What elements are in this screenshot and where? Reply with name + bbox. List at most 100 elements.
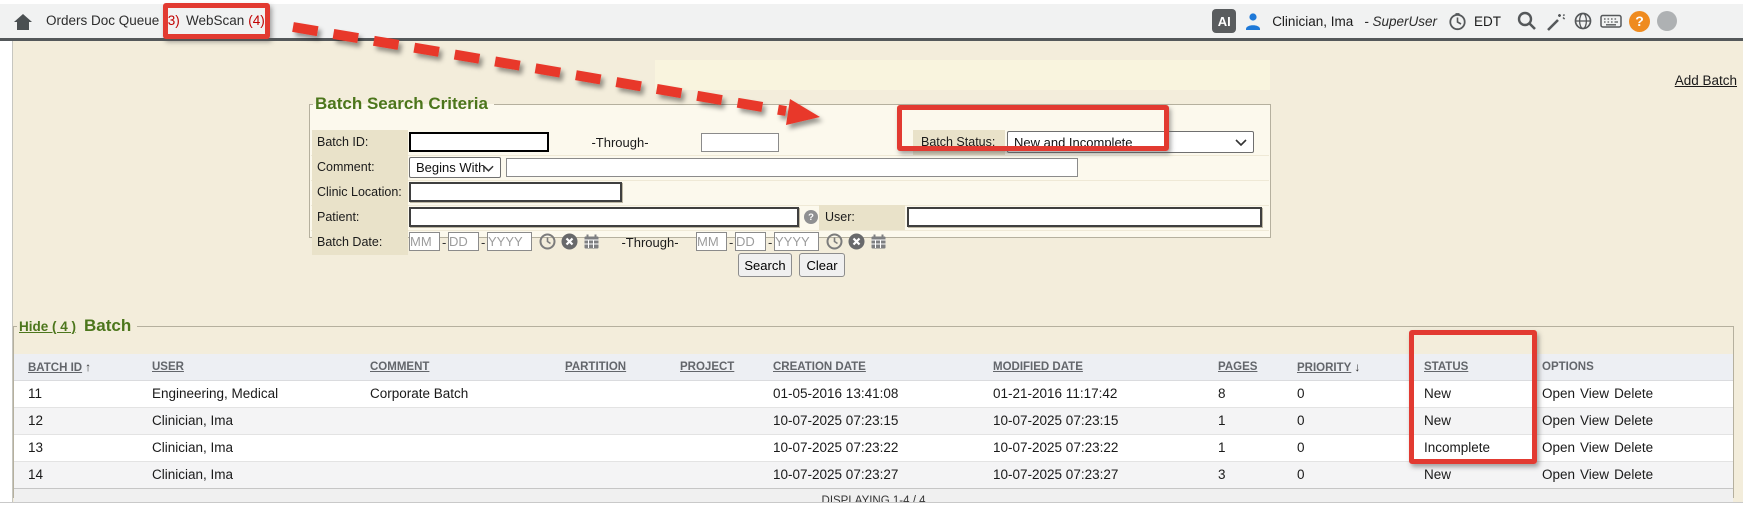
batch-date-to-dd-input[interactable] <box>735 232 766 251</box>
nav-orders[interactable]: Orders <box>46 4 87 38</box>
col-header-batch-id[interactable]: BATCH ID↑ <box>14 354 138 380</box>
cell-project <box>666 461 759 488</box>
nav-doc-queue-count: (3) <box>163 13 180 28</box>
date-separator: - <box>481 230 485 255</box>
batch-results-panel: Hide ( 4 ) Batch BATCH ID↑ USER COMMENT … <box>13 316 1734 498</box>
cell-status: New <box>1410 380 1528 407</box>
view-link[interactable]: View <box>1580 440 1609 455</box>
col-header-partition[interactable]: PARTITION <box>551 354 666 380</box>
open-link[interactable]: Open <box>1542 467 1575 482</box>
home-icon[interactable] <box>13 13 33 31</box>
table-row: 14 Clinician, Ima 10-07-2025 07:23:27 10… <box>14 461 1733 488</box>
cell-comment <box>356 407 551 434</box>
search-icon[interactable] <box>1516 10 1538 32</box>
delete-link[interactable]: Delete <box>1614 440 1653 455</box>
hide-results-link[interactable]: Hide ( 4 ) <box>19 319 76 334</box>
globe-icon[interactable] <box>1573 11 1593 31</box>
col-header-modified-date[interactable]: MODIFIED DATE <box>979 354 1204 380</box>
chevron-down-icon <box>483 165 494 172</box>
clear-date-icon[interactable] <box>848 233 865 250</box>
col-header-options: OPTIONS <box>1528 354 1733 380</box>
through-label-1: -Through- <box>540 130 700 155</box>
time-picker-icon[interactable] <box>826 233 843 250</box>
col-header-user[interactable]: USER <box>138 354 356 380</box>
patient-help-icon[interactable]: ? <box>804 210 818 224</box>
wand-icon[interactable] <box>1545 11 1566 32</box>
cell-modified-date: 10-07-2025 07:23:15 <box>979 407 1204 434</box>
open-link[interactable]: Open <box>1542 386 1575 401</box>
cell-batch-id: 12 <box>14 407 138 434</box>
cell-project <box>666 434 759 461</box>
batch-date-from-dd-input[interactable] <box>448 232 479 251</box>
clear-date-icon[interactable] <box>561 233 578 250</box>
batch-date-from-yyyy-input[interactable] <box>487 232 532 251</box>
view-link[interactable]: View <box>1580 386 1609 401</box>
col-header-priority[interactable]: PRIORITY↓ <box>1283 354 1410 380</box>
view-link[interactable]: View <box>1580 467 1609 482</box>
time-picker-icon[interactable] <box>539 233 556 250</box>
search-button[interactable]: Search <box>738 253 792 277</box>
table-header-row: BATCH ID↑ USER COMMENT PARTITION PROJECT… <box>14 354 1733 380</box>
cell-status: New <box>1410 461 1528 488</box>
cell-options: Open View Delete <box>1528 380 1733 407</box>
cell-user: Clinician, Ima <box>138 461 356 488</box>
cell-creation-date: 01-05-2016 13:41:08 <box>759 380 979 407</box>
cell-comment <box>356 434 551 461</box>
batch-date-from-mm-input[interactable] <box>409 232 440 251</box>
add-batch-link[interactable]: Add Batch <box>1675 73 1737 88</box>
cell-partition <box>551 380 666 407</box>
open-link[interactable]: Open <box>1542 413 1575 428</box>
cell-comment <box>356 461 551 488</box>
batch-date-to-mm-input[interactable] <box>696 232 727 251</box>
cell-status: New <box>1410 407 1528 434</box>
comment-label: Comment: <box>312 155 408 180</box>
user-input[interactable] <box>907 207 1262 227</box>
batch-id-to-input[interactable] <box>701 133 779 152</box>
col-header-pages[interactable]: PAGES <box>1204 354 1283 380</box>
delete-link[interactable]: Delete <box>1614 386 1653 401</box>
clear-button[interactable]: Clear <box>799 253 845 277</box>
nav-webscan[interactable]: WebScan(4) <box>186 4 265 38</box>
view-link[interactable]: View <box>1580 413 1609 428</box>
batch-status-label: Batch Status: <box>913 130 1005 155</box>
chevron-down-icon <box>1235 139 1247 146</box>
batch-status-value: New and Incomplete <box>1014 135 1133 150</box>
batch-status-select[interactable]: New and Incomplete <box>1007 131 1254 153</box>
batch-search-criteria-panel: Batch Search Criteria Batch ID: -Through… <box>309 94 1271 238</box>
nav-doc-queue[interactable]: Doc Queue(3) <box>91 4 180 38</box>
cell-partition <box>551 407 666 434</box>
patient-input[interactable] <box>409 207 799 227</box>
col-header-creation-date[interactable]: CREATION DATE <box>759 354 979 380</box>
clinic-location-label: Clinic Location: <box>312 180 408 205</box>
cell-comment: Corporate Batch <box>356 380 551 407</box>
delete-link[interactable]: Delete <box>1614 413 1653 428</box>
cell-pages: 1 <box>1204 434 1283 461</box>
cell-modified-date: 01-21-2016 11:17:42 <box>979 380 1204 407</box>
col-header-status[interactable]: STATUS <box>1410 354 1528 380</box>
cell-batch-id: 13 <box>14 434 138 461</box>
clock-icon <box>1448 12 1467 31</box>
user-role: - SuperUser <box>1364 14 1437 29</box>
cell-priority: 0 <box>1283 461 1410 488</box>
cell-project <box>666 407 759 434</box>
batch-id-from-input[interactable] <box>409 132 549 152</box>
calendar-icon[interactable] <box>870 233 887 250</box>
col-header-comment[interactable]: COMMENT <box>356 354 551 380</box>
delete-link[interactable]: Delete <box>1614 467 1653 482</box>
keyboard-icon[interactable] <box>1600 12 1622 30</box>
cell-creation-date: 10-07-2025 07:23:27 <box>759 461 979 488</box>
open-link[interactable]: Open <box>1542 440 1575 455</box>
cell-pages: 3 <box>1204 461 1283 488</box>
batch-date-to-yyyy-input[interactable] <box>774 232 819 251</box>
table-row: 13 Clinician, Ima 10-07-2025 07:23:22 10… <box>14 434 1733 461</box>
search-panel-title: Batch Search Criteria <box>313 94 494 114</box>
batch-id-label: Batch ID: <box>312 130 408 155</box>
batch-table: BATCH ID↑ USER COMMENT PARTITION PROJECT… <box>14 354 1733 510</box>
comment-input[interactable] <box>506 158 1078 177</box>
calendar-icon[interactable] <box>583 233 600 250</box>
ai-badge[interactable]: AI <box>1212 9 1236 33</box>
clinic-location-input[interactable] <box>409 182 622 202</box>
help-icon[interactable]: ? <box>1629 11 1650 32</box>
col-header-project[interactable]: PROJECT <box>666 354 759 380</box>
comment-match-select[interactable]: Begins With <box>409 157 501 178</box>
